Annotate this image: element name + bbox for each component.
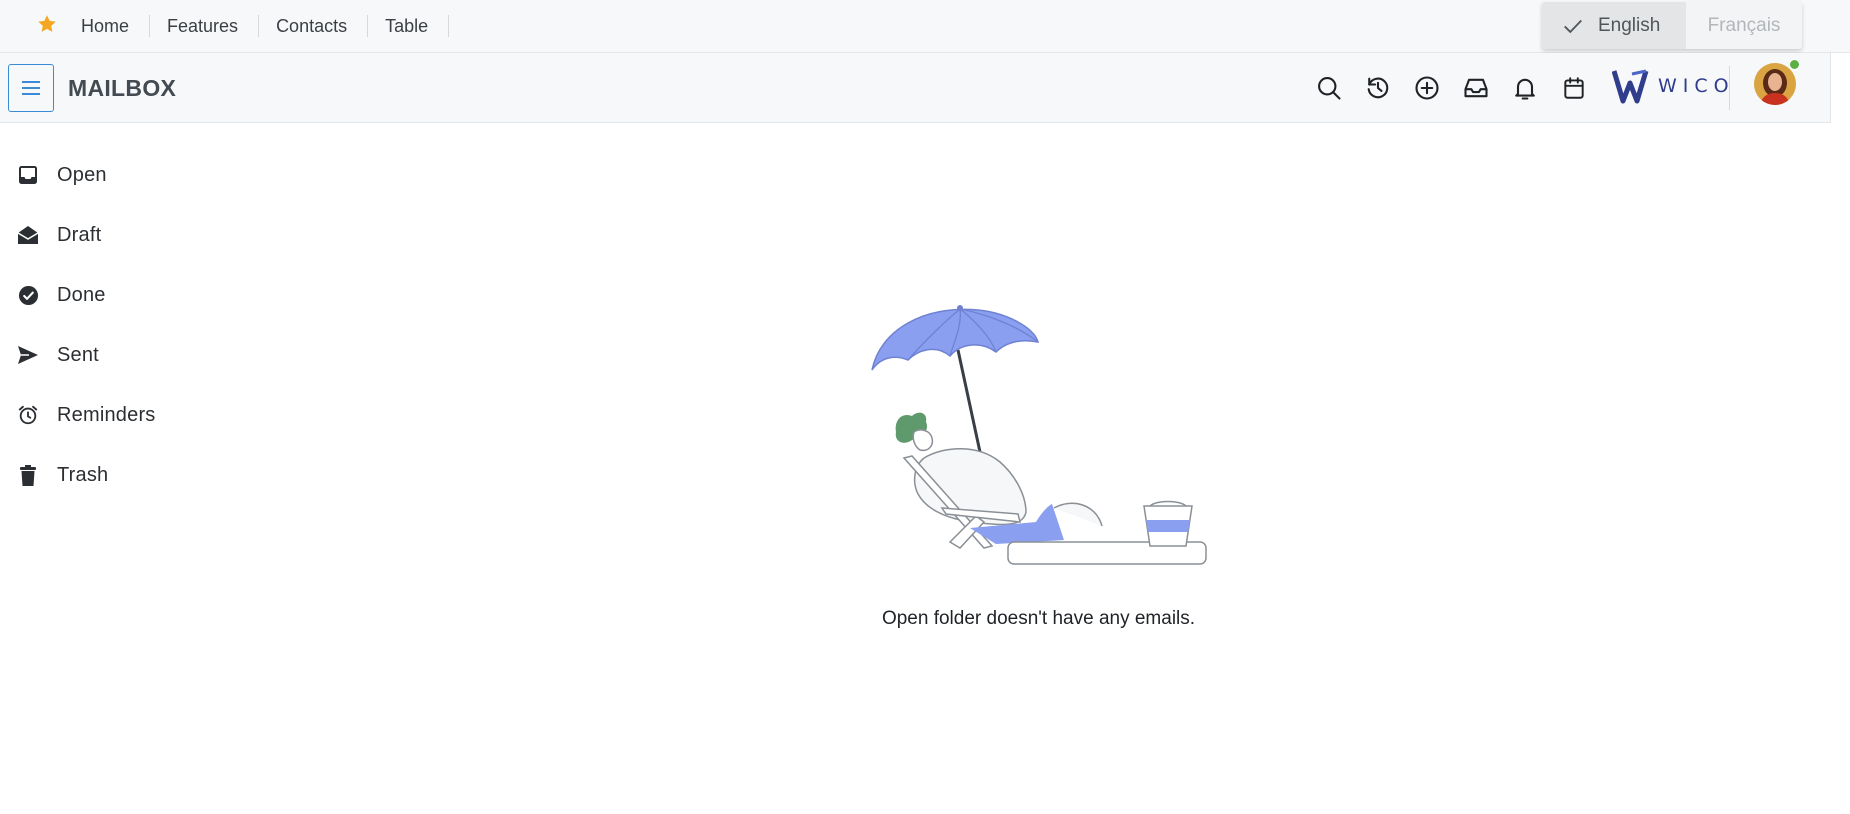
- history-button[interactable]: [1353, 70, 1402, 106]
- sidebar-item-label: Reminders: [57, 403, 156, 426]
- sidebar-item-draft[interactable]: Draft: [0, 205, 250, 265]
- inbox-icon: [1463, 78, 1488, 98]
- search-button[interactable]: [1304, 70, 1353, 106]
- inbox-button[interactable]: [1451, 70, 1500, 106]
- sidebar-item-done[interactable]: Done: [0, 265, 250, 325]
- language-label-english: English: [1598, 14, 1661, 36]
- nav-link-contacts[interactable]: Contacts: [259, 15, 369, 37]
- header-actions: [1304, 70, 1598, 106]
- nav-link-table[interactable]: Table: [368, 15, 450, 37]
- add-icon: [1414, 76, 1439, 100]
- language-option-french[interactable]: Français: [1686, 2, 1802, 49]
- sidebar-item-label: Done: [57, 283, 106, 306]
- calendar-icon: [1563, 77, 1584, 99]
- nav-link-features[interactable]: Features: [150, 15, 260, 37]
- sidebar-item-label: Open: [57, 163, 107, 186]
- sidebar-item-open[interactable]: Open: [0, 145, 250, 205]
- sidebar-item-label: Sent: [57, 343, 99, 366]
- top-navigation: Home Features Contacts Table English Fra…: [0, 0, 1850, 53]
- app-title: MAILBOX: [68, 75, 177, 101]
- language-switcher: English Français: [1542, 2, 1802, 49]
- folder-sidebar: Open Draft Done Sent Reminders Trash: [0, 145, 250, 505]
- language-label-french: Français: [1707, 14, 1781, 36]
- send-icon: [17, 344, 39, 366]
- nav-link-home[interactable]: Home: [64, 15, 151, 37]
- wico-logo-mark: [1612, 69, 1649, 104]
- history-icon: [1367, 77, 1388, 99]
- alarm-clock-icon: [17, 404, 39, 426]
- sidebar-item-label: Draft: [57, 223, 102, 246]
- brand-logo[interactable]: WICO: [1612, 66, 1735, 106]
- top-links: Home Features Contacts Table: [64, 0, 450, 52]
- add-button[interactable]: [1402, 70, 1451, 106]
- sidebar-item-label: Trash: [57, 463, 109, 486]
- language-option-english[interactable]: English: [1542, 2, 1686, 49]
- avatar-image: [1754, 63, 1796, 105]
- beach-chair-illustration: [871, 305, 1207, 565]
- notifications-button[interactable]: [1500, 70, 1549, 106]
- trash-icon: [17, 464, 39, 486]
- sidebar-item-reminders[interactable]: Reminders: [0, 385, 250, 445]
- menu-toggle-button[interactable]: [8, 64, 54, 112]
- check-icon: [1564, 19, 1582, 33]
- online-status-dot: [1789, 59, 1800, 70]
- search-icon: [1317, 77, 1341, 100]
- inbox-tray-icon: [17, 164, 39, 186]
- brand-logo-text: WICO: [1658, 75, 1735, 97]
- sidebar-item-trash[interactable]: Trash: [0, 445, 250, 505]
- sidebar-item-sent[interactable]: Sent: [0, 325, 250, 385]
- hamburger-icon: [22, 81, 40, 95]
- user-avatar[interactable]: [1754, 63, 1796, 105]
- check-circle-icon: [17, 284, 39, 306]
- calendar-button[interactable]: [1549, 70, 1598, 106]
- star-icon[interactable]: [36, 13, 58, 35]
- app-header: MAILBOX WICO: [0, 53, 1831, 123]
- envelope-open-icon: [17, 224, 39, 246]
- header-divider: [1729, 66, 1730, 110]
- bell-icon: [1514, 78, 1535, 100]
- empty-folder-message: Open folder doesn't have any emails.: [881, 608, 1196, 629]
